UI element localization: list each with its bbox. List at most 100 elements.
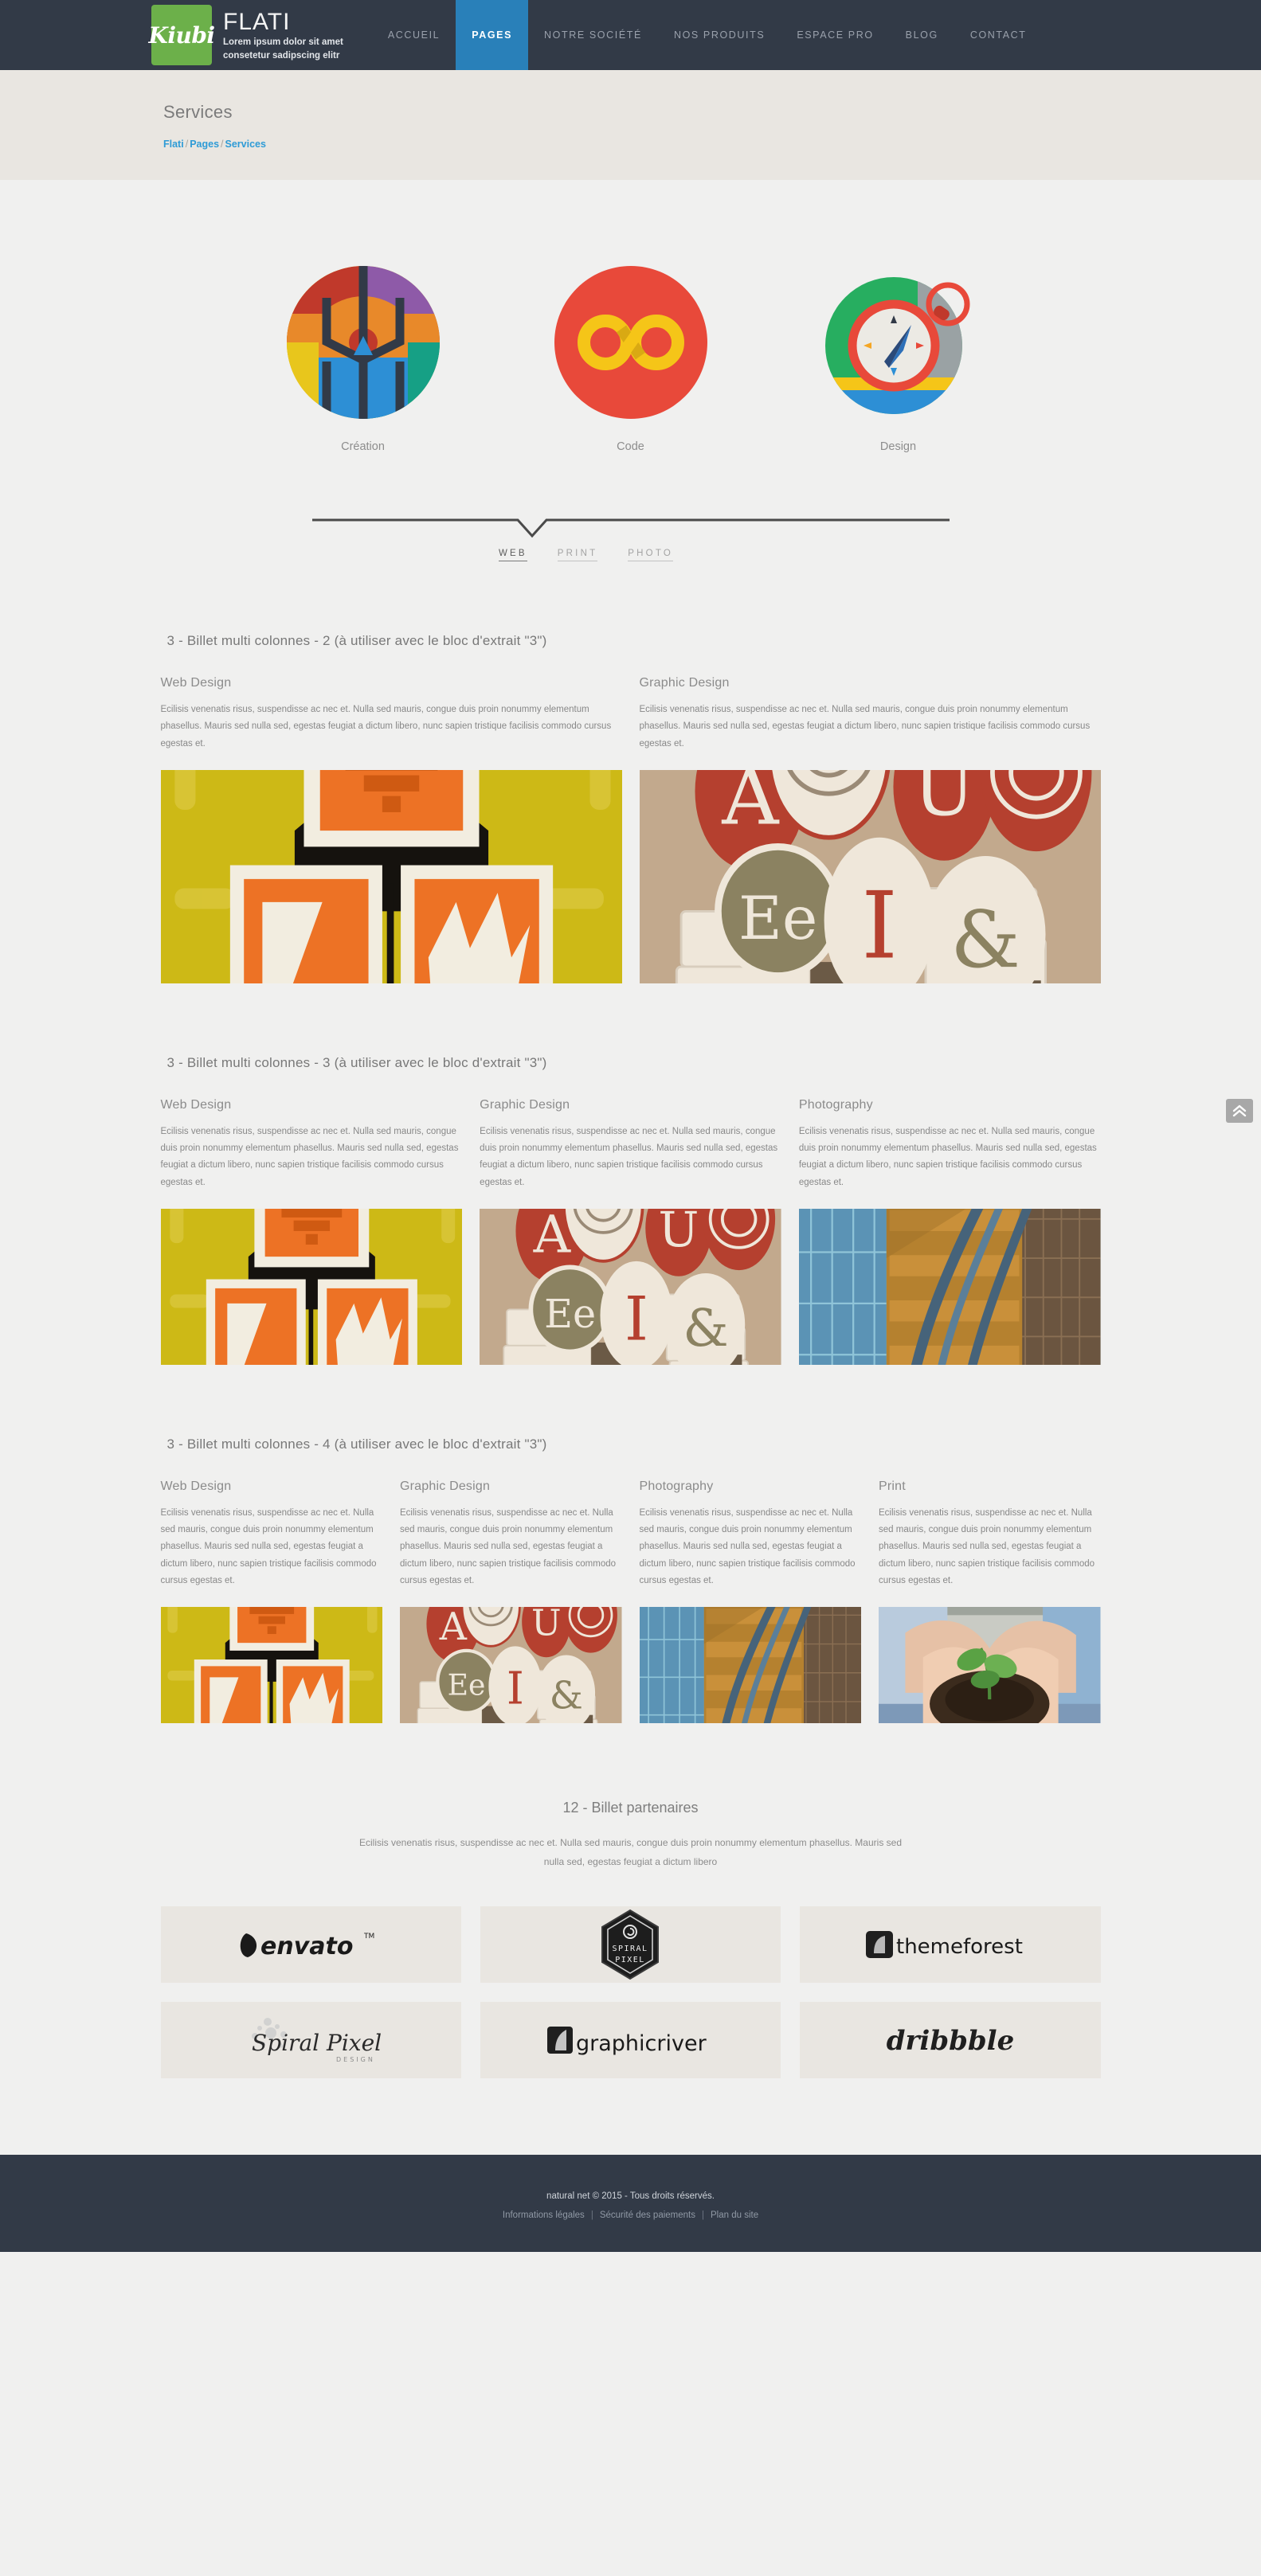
service-design[interactable]: Design bbox=[822, 266, 975, 453]
hands-holding-seedling-photo[interactable] bbox=[879, 1607, 1101, 1723]
spiral-pixel-badge-icon: SPIRAL PIXEL bbox=[601, 1909, 660, 1980]
svg-text:Spiral Pixel: Spiral Pixel bbox=[252, 2030, 382, 2056]
retro-robot-illustration[interactable] bbox=[160, 769, 622, 983]
column-heading: Graphic Design bbox=[480, 1097, 570, 1112]
section-title: 3 - Billet multi colonnes - 3 (à utilise… bbox=[166, 1054, 547, 1070]
footer-link-securite-des-paiements[interactable]: Sécurité des paiements bbox=[600, 2211, 695, 2220]
brand-subtitle-line1: Lorem ipsum dolor sit amet bbox=[223, 37, 343, 48]
themeforest-icon: themeforest bbox=[865, 1930, 1023, 1959]
content-wrap: Création Code Design WEB PRINT PHOTO 3 -… bbox=[160, 180, 1101, 2078]
breadcrumb: Flati / Pages / Services bbox=[163, 139, 1261, 150]
section-four-columns: 3 - Billet multi colonnes - 4 (à utilise… bbox=[160, 1436, 1101, 1724]
infinity-icon bbox=[554, 266, 707, 419]
svg-text:themeforest: themeforest bbox=[896, 1935, 1023, 1959]
graphicriver-icon: graphicriver bbox=[547, 2026, 707, 2056]
dribbble-icon: dribbble bbox=[887, 2025, 1014, 2057]
breadcrumb-separator: / bbox=[185, 139, 189, 150]
partner-logo-graphicriver[interactable]: graphicriver bbox=[480, 2001, 781, 2078]
partners-title: 12 - Billet partenaires bbox=[562, 1800, 699, 1816]
column-graphic-design: Graphic Design Ecilisis venenatis risus,… bbox=[639, 676, 1101, 983]
footer-copyright: natural net © 2015 - Tous droits réservé… bbox=[546, 2191, 715, 2201]
brand-subtitle-line2: consetetur sadipscing elitr bbox=[223, 50, 340, 61]
partner-logo-envato[interactable]: envato TM bbox=[160, 1906, 461, 1983]
column-body: Ecilisis venenatis risus, suspendisse ac… bbox=[160, 705, 612, 749]
page-root: Kiubi FLATI Lorem ipsum dolor sit amet c… bbox=[0, 0, 1261, 2252]
svg-text:graphicriver: graphicriver bbox=[576, 2031, 707, 2056]
spiral-staircase-photo[interactable] bbox=[640, 1607, 862, 1723]
svg-text:DESIGN: DESIGN bbox=[336, 2056, 375, 2063]
nav-item-espace-pro[interactable]: ESPACE PRO bbox=[781, 0, 889, 70]
section-title: 3 - Billet multi colonnes - 4 (à utilise… bbox=[166, 1436, 547, 1452]
brand-text: FLATI Lorem ipsum dolor sit amet consete… bbox=[223, 8, 343, 63]
letterpress-type-coasters[interactable] bbox=[400, 1607, 622, 1723]
column-graphic-design: Graphic Design Ecilisis venenatis risus,… bbox=[480, 1098, 781, 1365]
nav-item-nos-produits[interactable]: NOS PRODUITS bbox=[658, 0, 781, 70]
footer-links: Informations légales | Sécurité des paieme… bbox=[0, 2211, 1261, 2220]
partners-section: 12 - Billet partenaires Ecilisis venenat… bbox=[160, 1800, 1101, 2078]
partner-logo-spiral-pixel-badge[interactable]: SPIRAL PIXEL bbox=[480, 1906, 781, 1983]
svg-text:dribbble: dribbble bbox=[887, 2025, 1014, 2057]
partner-logo-spiral-pixel-script[interactable]: Spiral Pixel DESIGN bbox=[160, 2001, 461, 2078]
footer-link-informations-legales[interactable]: Informations légales bbox=[503, 2211, 585, 2220]
column-web-design: Web Design Ecilisis venenatis risus, sus… bbox=[160, 676, 622, 983]
section-two-columns: 3 - Billet multi colonnes - 2 (à utilise… bbox=[160, 633, 1101, 983]
service-creation[interactable]: Création bbox=[286, 266, 440, 453]
column-heading: Graphic Design bbox=[400, 1479, 491, 1493]
columns: Web Design Ecilisis venenatis risus, sus… bbox=[160, 676, 1101, 983]
column-web-design: Web Design Ecilisis venenatis risus, sus… bbox=[160, 1097, 463, 1365]
nav-item-notre-societe[interactable]: NOTRE SOCIÉTÉ bbox=[528, 0, 658, 70]
brand-subtitle: Lorem ipsum dolor sit amet consetetur sa… bbox=[223, 36, 343, 62]
column-body: Ecilisis venenatis risus, suspendisse ac… bbox=[160, 1126, 459, 1187]
column-heading: Print bbox=[879, 1479, 906, 1493]
breadcrumb-item-pages[interactable]: Pages bbox=[190, 139, 219, 150]
breadcrumb-separator: / bbox=[221, 139, 224, 150]
column-body: Ecilisis venenatis risus, suspendisse ac… bbox=[879, 1507, 1095, 1585]
brand[interactable]: Kiubi FLATI Lorem ipsum dolor sit amet c… bbox=[148, 0, 343, 70]
svg-text:SPIRAL: SPIRAL bbox=[613, 1945, 648, 1953]
column-body: Ecilisis venenatis risus, suspendisse ac… bbox=[160, 1507, 377, 1585]
nav-item-blog[interactable]: BLOG bbox=[890, 0, 954, 70]
scroll-to-top-button[interactable] bbox=[1226, 1099, 1253, 1123]
letterpress-type-coasters[interactable] bbox=[640, 770, 1101, 983]
service-code[interactable]: Code bbox=[554, 266, 707, 453]
footer-link-separator: | bbox=[590, 2210, 593, 2220]
tab-print[interactable]: PRINT bbox=[557, 549, 598, 561]
site-header: Kiubi FLATI Lorem ipsum dolor sit amet c… bbox=[0, 0, 1261, 70]
nav-item-accueil[interactable]: ACCUEIL bbox=[372, 0, 456, 70]
footer-link-plan-du-site[interactable]: Plan du site bbox=[711, 2211, 758, 2220]
nav-item-pages[interactable]: PAGES bbox=[456, 0, 529, 70]
tab-web[interactable]: WEB bbox=[499, 549, 527, 561]
column-heading: Web Design bbox=[160, 676, 232, 690]
compass-icon bbox=[824, 277, 969, 414]
page-title-bar: Services Flati / Pages / Services bbox=[0, 70, 1261, 180]
column-photography: Photography Ecilisis venenatis risus, su… bbox=[639, 1479, 862, 1723]
partners-logo-grid: envato TM SPIRAL PIXEL themeforest Spira… bbox=[160, 1906, 1101, 2078]
site-footer: natural net © 2015 - Tous droits réservé… bbox=[0, 2154, 1261, 2252]
svg-text:TM: TM bbox=[363, 1933, 374, 1941]
columns: Web Design Ecilisis venenatis risus, sus… bbox=[160, 1479, 1101, 1724]
column-heading: Web Design bbox=[160, 1479, 232, 1493]
retro-robot-illustration[interactable] bbox=[160, 1607, 383, 1724]
spiral-staircase-photo[interactable] bbox=[799, 1209, 1101, 1365]
footer-link-separator: | bbox=[702, 2210, 704, 2220]
nav-item-contact[interactable]: CONTACT bbox=[954, 0, 1043, 70]
page-title: Services bbox=[163, 102, 233, 122]
breadcrumb-item-services[interactable]: Services bbox=[225, 139, 266, 150]
section-three-columns: 3 - Billet multi colonnes - 3 (à utilise… bbox=[160, 1054, 1101, 1365]
service-label: Création bbox=[341, 440, 385, 453]
column-heading: Photography bbox=[639, 1479, 714, 1493]
retro-robot-illustration[interactable] bbox=[160, 1208, 463, 1365]
section-title: 3 - Billet multi colonnes - 2 (à utilise… bbox=[166, 633, 547, 648]
tab-indicator-divider bbox=[311, 518, 950, 538]
column-heading: Web Design bbox=[160, 1097, 232, 1112]
svg-text:PIXEL: PIXEL bbox=[616, 1956, 646, 1964]
partner-logo-themeforest[interactable]: themeforest bbox=[800, 1906, 1101, 1983]
main-navigation: ACCUEIL PAGES NOTRE SOCIÉTÉ NOS PRODUITS… bbox=[372, 0, 1043, 70]
partner-logo-dribbble[interactable]: dribbble bbox=[800, 2001, 1101, 2078]
breadcrumb-item-flati[interactable]: Flati bbox=[163, 139, 184, 150]
column-body: Ecilisis venenatis risus, suspendisse ac… bbox=[480, 1126, 778, 1187]
letterpress-type-coasters[interactable] bbox=[480, 1209, 781, 1365]
tab-photo[interactable]: PHOTO bbox=[628, 549, 673, 561]
double-chevron-up-icon bbox=[1232, 1104, 1247, 1117]
column-body: Ecilisis venenatis risus, suspendisse ac… bbox=[400, 1507, 617, 1585]
